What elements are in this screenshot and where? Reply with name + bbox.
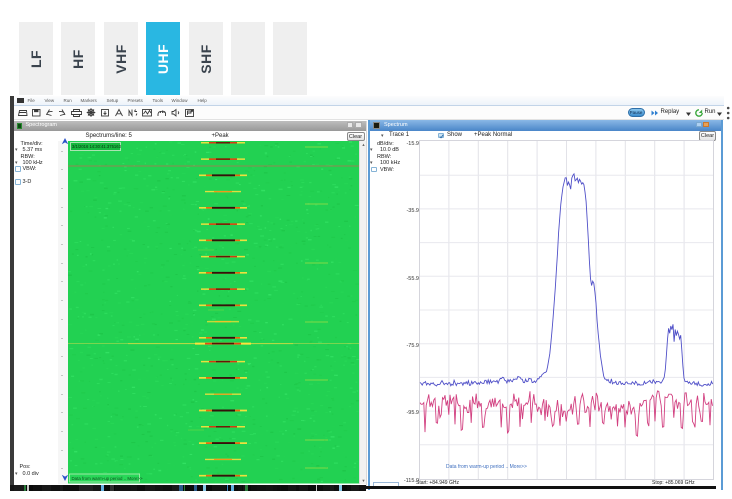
svg-text:Data from warm-up period .. Mo: Data from warm-up period .. More>> [72, 476, 143, 481]
svg-text:3/1/2016 14:30:41.375163: 3/1/2016 14:30:41.375163 [72, 144, 122, 149]
